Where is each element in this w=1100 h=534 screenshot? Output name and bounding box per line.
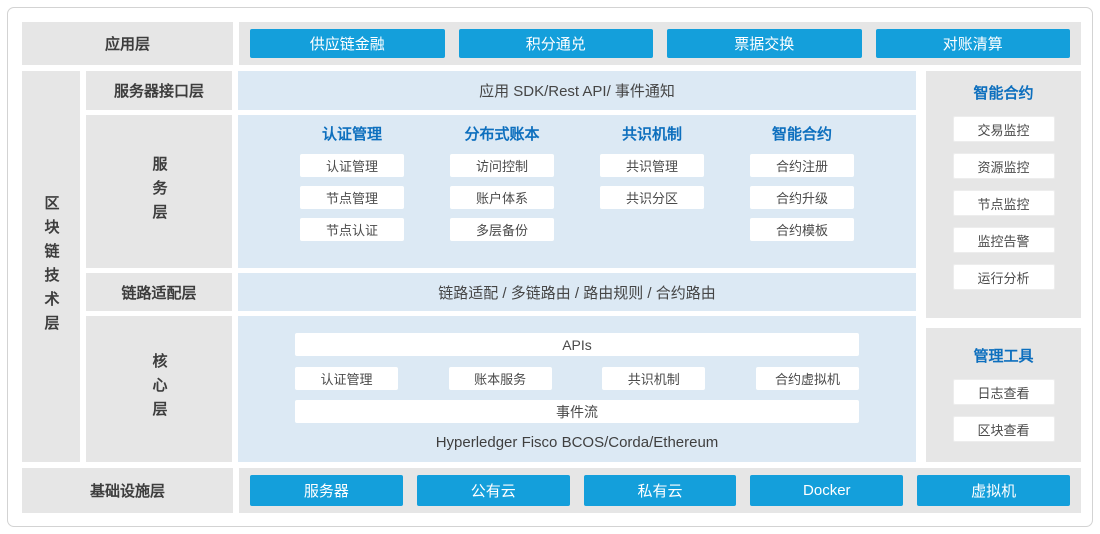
service-item: 多层备份 (450, 218, 554, 241)
service-column-header: 认证管理 (322, 125, 382, 145)
service-column-consensus-mechanism: 共识机制 共识管理 共识分区 (577, 115, 727, 268)
service-item: 合约注册 (750, 154, 854, 177)
service-column-header: 智能合约 (772, 125, 832, 145)
blockchain-architecture-diagram: 应用层 供应链金融 积分通兑 票据交换 对账清算 区块链技术层 服务器接口层 服… (0, 0, 1100, 534)
service-item: 账户体系 (450, 186, 554, 209)
application-layer-label: 应用层 (22, 22, 233, 65)
core-module: 账本服务 (449, 367, 552, 390)
app-button-bill-exchange: 票据交换 (667, 29, 862, 58)
service-item: 共识管理 (600, 154, 704, 177)
core-module: 共识机制 (602, 367, 705, 390)
apis-bar: APIs (295, 333, 859, 356)
app-button-reconciliation-clearing: 对账清算 (876, 29, 1071, 58)
side-panel-smart-contract-monitoring: 智能合约 交易监控 资源监控 节点监控 监控告警 运行分析 (926, 71, 1081, 318)
service-item: 节点管理 (300, 186, 404, 209)
service-layer-panel: 认证管理 认证管理 节点管理 节点认证 分布式账本 访问控制 账户体系 多层备份… (238, 115, 916, 268)
side-panel-item: 资源监控 (953, 153, 1055, 179)
service-layer-label-text: 服务层 (152, 156, 167, 228)
core-layer-label: 核心层 (86, 316, 232, 462)
infra-button-public-cloud: 公有云 (417, 475, 570, 506)
side-panels-column: 智能合约 交易监控 资源监控 节点监控 监控告警 运行分析 管理工具 日志查看 … (926, 71, 1081, 462)
application-layer-row: 应用层 供应链金融 积分通兑 票据交换 对账清算 (22, 22, 1081, 65)
service-item: 节点认证 (300, 218, 404, 241)
infra-button-docker: Docker (750, 475, 903, 506)
service-item: 认证管理 (300, 154, 404, 177)
infra-button-server: 服务器 (250, 475, 403, 506)
service-column-smart-contract: 智能合约 合约注册 合约升级 合约模板 (727, 115, 877, 268)
core-layer-content: APIs 认证管理 账本服务 共识机制 合约虚拟机 事件流 Hyperledge… (295, 316, 859, 451)
infrastructure-layer-row: 基础设施层 服务器 公有云 私有云 Docker 虚拟机 (22, 468, 1081, 513)
side-panel-management-tools: 管理工具 日志查看 区块查看 (926, 328, 1081, 462)
infrastructure-layer-strip: 服务器 公有云 私有云 Docker 虚拟机 (239, 468, 1081, 513)
core-module: 合约虚拟机 (756, 367, 859, 390)
side-panel-item: 日志查看 (953, 379, 1055, 405)
core-layer-panel: APIs 认证管理 账本服务 共识机制 合约虚拟机 事件流 Hyperledge… (238, 316, 916, 462)
event-stream-bar: 事件流 (295, 400, 859, 423)
service-column-distributed-ledger: 分布式账本 访问控制 账户体系 多层备份 (427, 115, 577, 268)
service-item: 访问控制 (450, 154, 554, 177)
side-panel-header: 智能合约 (973, 82, 1033, 105)
infra-button-virtual-machine: 虚拟机 (917, 475, 1070, 506)
service-layer-label: 服务层 (86, 115, 232, 268)
adapter-layer-content: 链路适配 / 多链路由 / 路由规则 / 合约路由 (238, 273, 916, 311)
application-layer-strip: 供应链金融 积分通兑 票据交换 对账清算 (239, 22, 1081, 65)
blockchain-tech-layer-label-text: 区块链技术层 (44, 195, 59, 339)
blockchain-tech-layer-band: 区块链技术层 服务器接口层 服务层 链路适配层 核心层 应用 SDK/Rest … (22, 71, 1081, 462)
service-columns: 认证管理 认证管理 节点管理 节点认证 分布式账本 访问控制 账户体系 多层备份… (277, 115, 877, 268)
side-panel-item: 节点监控 (953, 190, 1055, 216)
layer-content-column: 应用 SDK/Rest API/ 事件通知 认证管理 认证管理 节点管理 节点认… (238, 71, 916, 462)
service-item: 合约升级 (750, 186, 854, 209)
service-column-header: 分布式账本 (464, 125, 539, 145)
service-column-auth-management: 认证管理 认证管理 节点管理 节点认证 (277, 115, 427, 268)
app-button-supply-chain-finance: 供应链金融 (250, 29, 445, 58)
interface-layer-label: 服务器接口层 (86, 71, 232, 110)
core-module: 认证管理 (295, 367, 398, 390)
infrastructure-layer-label: 基础设施层 (22, 468, 233, 513)
side-panel-item: 运行分析 (953, 264, 1055, 290)
blockchain-tech-layer-label: 区块链技术层 (22, 71, 80, 462)
side-panel-header: 管理工具 (973, 345, 1033, 368)
infra-button-private-cloud: 私有云 (584, 475, 737, 506)
side-panel-item: 监控告警 (953, 227, 1055, 253)
side-panel-item: 区块查看 (953, 416, 1055, 442)
platforms-text: Hyperledger Fisco BCOS/Corda/Ethereum (295, 434, 859, 451)
core-layer-label-text: 核心层 (152, 353, 167, 425)
core-modules-row: 认证管理 账本服务 共识机制 合约虚拟机 (295, 367, 859, 390)
layer-labels-column: 服务器接口层 服务层 链路适配层 核心层 (86, 71, 232, 462)
service-column-header: 共识机制 (622, 125, 682, 145)
side-panel-item: 交易监控 (953, 116, 1055, 142)
interface-layer-content: 应用 SDK/Rest API/ 事件通知 (238, 71, 916, 110)
app-button-points-exchange: 积分通兑 (459, 29, 654, 58)
adapter-layer-label: 链路适配层 (86, 273, 232, 311)
service-item: 共识分区 (600, 186, 704, 209)
service-item: 合约模板 (750, 218, 854, 241)
